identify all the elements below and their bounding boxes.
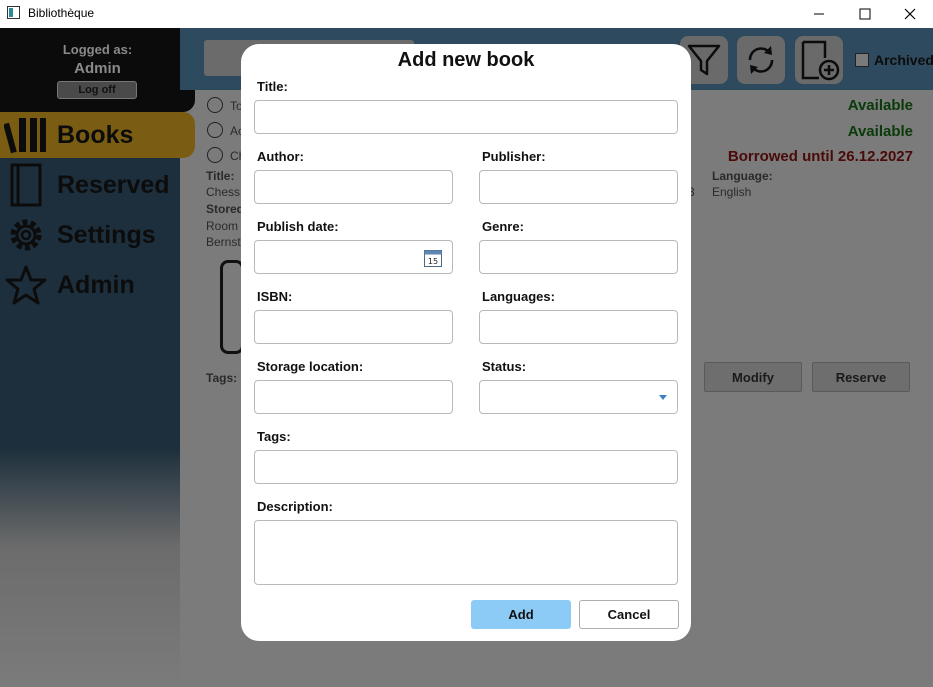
detail-stored-value: Bernst bbox=[206, 235, 241, 249]
log-off-button[interactable]: Log off bbox=[57, 81, 137, 99]
archived-checkbox[interactable]: Archived bbox=[855, 52, 933, 68]
app-icon bbox=[7, 6, 20, 19]
sidebar-item-label: Admin bbox=[57, 270, 135, 299]
description-field[interactable] bbox=[254, 520, 678, 585]
description-label: Description: bbox=[257, 499, 333, 514]
maximize-icon bbox=[859, 8, 871, 20]
add-book-button[interactable] bbox=[795, 36, 843, 84]
sidebar-item-books[interactable]: Books bbox=[0, 112, 195, 158]
calendar-day: 15 bbox=[428, 257, 438, 266]
detail-language-value: English bbox=[712, 185, 752, 199]
chevron-down-icon bbox=[659, 395, 667, 400]
sidebar-item-reserved[interactable]: Reserved bbox=[0, 162, 195, 208]
logged-as-label: Logged as: bbox=[62, 42, 133, 57]
isbn-field[interactable] bbox=[254, 310, 453, 344]
detail-title-label: Title: bbox=[206, 169, 235, 183]
refresh-icon bbox=[748, 46, 774, 74]
status-badge: Borrowed until 26.12.2027 bbox=[727, 148, 913, 165]
login-box: Logged as: Admin Log off bbox=[0, 28, 195, 112]
cancel-button[interactable]: Cancel bbox=[579, 600, 679, 629]
detail-title-value: Chess bbox=[206, 185, 241, 199]
detail-tags-label: Tags: bbox=[206, 371, 238, 385]
tags-label: Tags: bbox=[257, 429, 291, 444]
languages-field[interactable] bbox=[479, 310, 678, 344]
languages-label: Languages: bbox=[482, 289, 555, 304]
dialog-title: Add new book bbox=[397, 49, 535, 71]
window-title: Bibliothèque bbox=[28, 6, 95, 20]
star-icon bbox=[4, 263, 48, 307]
detail-stored-label: Stored bbox=[206, 202, 245, 216]
maximize-button[interactable] bbox=[842, 0, 888, 28]
genre-field[interactable] bbox=[479, 240, 678, 274]
title-field[interactable] bbox=[254, 100, 678, 134]
publisher-label: Publisher: bbox=[482, 149, 546, 164]
add-button[interactable]: Add bbox=[471, 600, 571, 629]
expand-icon[interactable] bbox=[207, 97, 223, 113]
modify-button[interactable]: Modify bbox=[704, 362, 802, 392]
storage-location-label: Storage location: bbox=[257, 359, 364, 374]
reserve-button[interactable]: Reserve bbox=[812, 362, 910, 392]
storage-location-field[interactable] bbox=[254, 380, 453, 414]
user-name: Admin bbox=[74, 60, 121, 77]
add-book-dialog: Add new book Title: Author: Publisher: P… bbox=[241, 44, 691, 641]
close-window-button[interactable] bbox=[887, 0, 933, 28]
status-label: Status: bbox=[482, 359, 527, 374]
expand-icon[interactable] bbox=[207, 122, 223, 138]
book-icon bbox=[4, 163, 48, 207]
gear-icon bbox=[4, 213, 48, 257]
minimize-icon bbox=[814, 13, 824, 15]
sidebar-item-label: Settings bbox=[57, 220, 156, 249]
window-titlebar: Bibliothèque bbox=[0, 0, 933, 28]
isbn-label: ISBN: bbox=[257, 289, 293, 304]
filter-icon bbox=[687, 44, 721, 76]
sidebar-item-settings[interactable]: Settings bbox=[0, 212, 195, 258]
genre-label: Genre: bbox=[482, 219, 524, 234]
sidebar-item-label: Books bbox=[57, 120, 134, 149]
title-label: Title: bbox=[257, 79, 288, 94]
publish-date-picker[interactable]: 15 bbox=[254, 240, 453, 274]
close-icon bbox=[904, 8, 916, 20]
status-select[interactable] bbox=[479, 380, 678, 414]
checkbox-box bbox=[855, 53, 869, 67]
sidebar: Logged as: Admin Log off Books Reserved … bbox=[0, 28, 195, 687]
minimize-button[interactable] bbox=[796, 0, 842, 28]
status-badge: Available bbox=[847, 97, 913, 114]
books-icon bbox=[4, 113, 48, 157]
author-label: Author: bbox=[257, 149, 304, 164]
tags-field[interactable] bbox=[254, 450, 678, 484]
refresh-button[interactable] bbox=[737, 36, 785, 84]
archived-label: Archived bbox=[874, 52, 933, 68]
add-book-icon bbox=[801, 40, 840, 81]
detail-language-label: Language: bbox=[712, 169, 773, 183]
sidebar-item-admin[interactable]: Admin bbox=[0, 262, 195, 308]
status-badge: Available bbox=[847, 123, 913, 140]
publish-date-label: Publish date: bbox=[257, 219, 339, 234]
detail-stored-value: Room bbox=[206, 219, 239, 233]
author-field[interactable] bbox=[254, 170, 453, 204]
publisher-field[interactable] bbox=[479, 170, 678, 204]
collapse-icon[interactable] bbox=[207, 147, 223, 163]
sidebar-item-label: Reserved bbox=[57, 170, 170, 199]
calendar-icon[interactable]: 15 bbox=[424, 249, 442, 267]
